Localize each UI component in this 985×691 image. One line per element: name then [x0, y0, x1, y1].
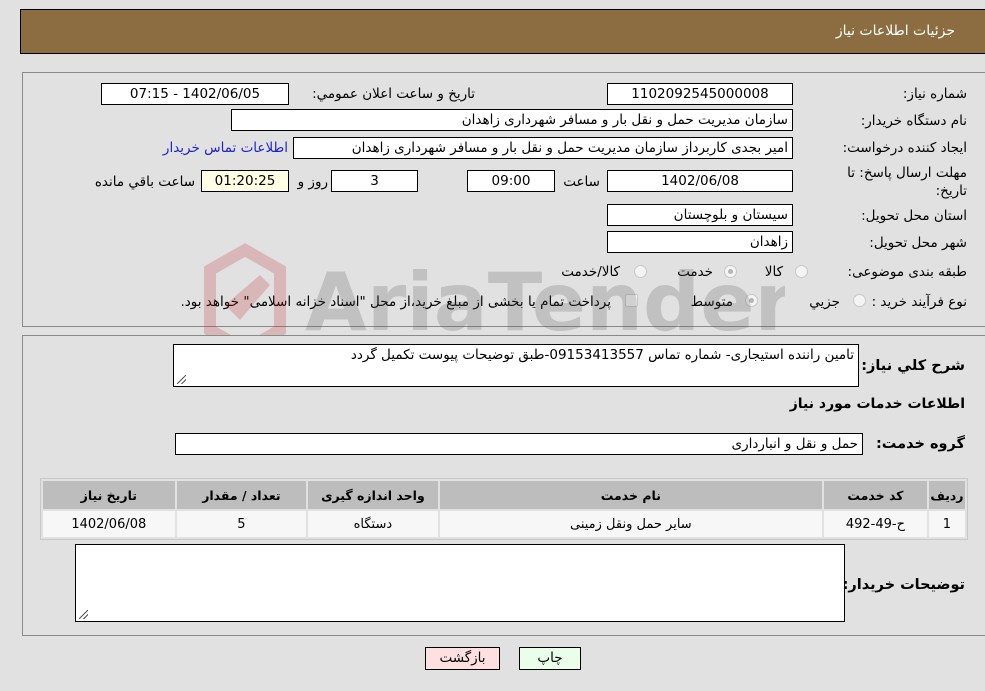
services-section-title: اطلاعات خدمات مورد نیاز	[789, 396, 965, 412]
col-header-row-num: ردیف	[928, 481, 965, 509]
services-table: ردیف کد خدمت نام خدمت واحد اندازه گیری ت…	[40, 478, 968, 540]
category-option-service: خدمت	[677, 264, 713, 280]
service-group-field: حمل و نقل و انبارداری	[175, 433, 863, 455]
description-text: تامین راننده استیجاری- شماره تماس 091534…	[350, 347, 854, 363]
process-option-minor: جزیي	[809, 294, 840, 310]
buyer-notes-label: توضیحات خریدار:	[842, 577, 965, 593]
description-label: شرح كلي نياز:	[861, 358, 965, 374]
col-header-service-code: کد خدمت	[824, 481, 927, 509]
col-header-quantity: تعداد / مقدار	[176, 481, 307, 509]
resize-grip-icon[interactable]	[177, 375, 186, 384]
buyer-contact-link[interactable]: اطلاعات تماس خریدار	[163, 140, 288, 156]
cell-need-date: 1402/06/08	[43, 511, 175, 537]
cell-unit: دستگاه	[308, 511, 438, 537]
buyer-notes-textarea[interactable]	[75, 544, 845, 622]
need-number-field: 1102092545000008	[607, 83, 793, 105]
category-option-goods: کالا	[764, 264, 783, 280]
resize-grip-icon[interactable]	[79, 610, 88, 619]
treasury-checkbox[interactable]	[625, 294, 638, 307]
remaining-days-field: 3	[331, 170, 418, 192]
process-radio-medium[interactable]	[745, 294, 758, 307]
process-radio-minor[interactable]	[853, 294, 866, 307]
back-button[interactable]: بازگشت	[425, 647, 500, 670]
remaining-time-label: ساعت باقي مانده	[94, 174, 195, 190]
cell-quantity: 5	[176, 511, 307, 537]
purchase-process-label: نوع فرآیند خرید :	[871, 294, 967, 310]
col-header-service-name: نام خدمت	[439, 481, 823, 509]
deadline-label-line1: مهلت ارسال پاسخ: تا	[847, 165, 967, 181]
process-option-medium: متوسط	[690, 294, 733, 310]
col-header-unit: واحد اندازه گیری	[308, 481, 438, 509]
requester-field: امیر بجدی کاربرداز سازمان مدیریت حمل و ن…	[293, 137, 793, 159]
announce-datetime-label: تاريخ و ساعت اعلان عمومي:	[312, 86, 475, 102]
requester-label: ایجاد کننده درخواست:	[842, 140, 967, 156]
treasury-note: پرداخت تمام یا بخشی از مبلغ خرید،از محل …	[180, 294, 611, 310]
page-header: جزئیات اطلاعات نیاز	[20, 9, 985, 54]
page-title: جزئیات اطلاعات نیاز	[835, 23, 955, 39]
buyer-org-label: نام دستگاه خریدار:	[860, 113, 967, 129]
deadline-date-field: 1402/06/08	[607, 170, 793, 192]
print-button[interactable]: چاپ	[519, 647, 581, 670]
need-number-label: شماره نیاز:	[902, 86, 967, 102]
service-group-label: گروه خدمت:	[875, 436, 965, 452]
deadline-time-label: ساعت	[563, 174, 600, 190]
province-field: سیستان و بلوچستان	[607, 204, 793, 226]
table-header-row: ردیف کد خدمت نام خدمت واحد اندازه گیری ت…	[43, 481, 965, 509]
province-label: استان محل تحویل:	[861, 208, 967, 224]
cell-service-name: سایر حمل ونقل زمینی	[439, 511, 823, 537]
deadline-time-field: 09:00	[467, 170, 555, 192]
category-label: طبقه بندی موضوعی:	[847, 264, 967, 280]
city-label: شهر محل تحویل:	[869, 235, 967, 251]
col-header-need-date: تاریخ نیاز	[43, 481, 175, 509]
deadline-label-line2: تاریخ:	[935, 183, 967, 199]
category-radio-service[interactable]	[724, 265, 737, 278]
buyer-org-field: سازمان مدیریت حمل و نقل بار و مسافر شهرد…	[231, 109, 793, 131]
city-field: زاهدان	[607, 231, 793, 253]
remaining-time-field: 01:20:25	[201, 170, 289, 192]
announce-datetime-field: 1402/06/05 - 07:15	[101, 83, 289, 105]
category-option-goods-service: کالا/خدمت	[561, 264, 620, 280]
table-row: 1 ح-49-492 سایر حمل ونقل زمینی دستگاه 5 …	[43, 511, 965, 537]
category-radio-goods[interactable]	[795, 265, 808, 278]
cell-row-num: 1	[928, 511, 965, 537]
category-radio-goods-service[interactable]	[634, 265, 647, 278]
cell-service-code: ح-49-492	[824, 511, 927, 537]
description-textarea[interactable]: تامین راننده استیجاری- شماره تماس 091534…	[173, 344, 859, 387]
days-label: روز و	[297, 174, 328, 190]
